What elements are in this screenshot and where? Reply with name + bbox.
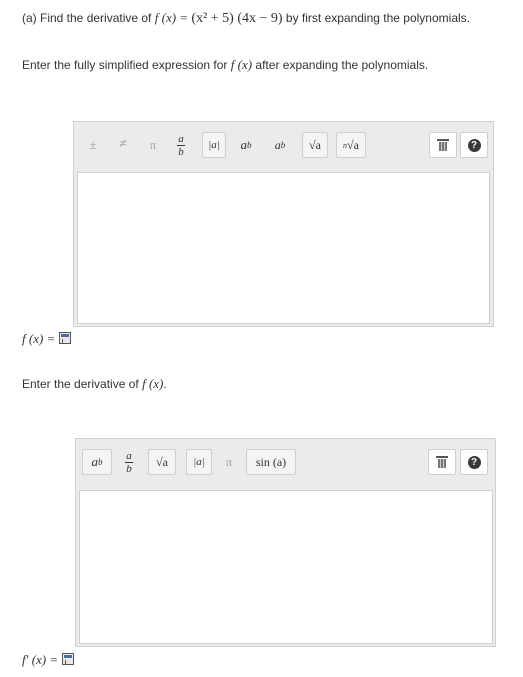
clear-button[interactable] xyxy=(429,132,457,158)
trash-icon xyxy=(436,456,448,468)
answer-label-derivative: f′ (x) = xyxy=(22,652,74,668)
question-function-label: f (x) = xyxy=(154,10,189,25)
math-editor-derivative: ab ab √a |a| π sin (a) ? xyxy=(75,438,496,647)
fraction-icon: ab xyxy=(177,132,185,158)
answer-preview-icon[interactable] xyxy=(58,332,71,344)
nth-root-button[interactable]: n √a xyxy=(336,132,366,158)
answer-input-expanded[interactable] xyxy=(77,172,490,324)
power-button[interactable]: ab xyxy=(234,132,258,158)
math-editor-expanded: ± ≠ π ab |a| ab ab √a n √a ? xyxy=(73,121,494,327)
instruction-derivative: Enter the derivative of f (x). xyxy=(22,376,167,391)
pi-button-2[interactable]: π xyxy=(218,449,240,475)
clear-button-2[interactable] xyxy=(428,449,456,475)
help-icon: ? xyxy=(467,138,481,152)
instruction-expand-text: Enter the fully simplified expression fo… xyxy=(22,58,228,72)
answer-input-derivative[interactable] xyxy=(79,490,493,644)
math-toolbar-2: ab ab √a |a| π sin (a) ? xyxy=(76,439,495,489)
instruction-derivative-function: f (x) xyxy=(142,376,164,391)
question-prompt: (a) Find the derivative of f (x) = (x² +… xyxy=(22,10,470,27)
pi-button[interactable]: π xyxy=(142,132,164,158)
question-prefix: (a) Find the derivative of xyxy=(22,11,152,25)
absolute-value-button-2[interactable]: |a| xyxy=(186,449,212,475)
power-button-2[interactable]: ab xyxy=(82,449,112,475)
answer-label-derivative-text: f′ (x) = xyxy=(22,652,59,667)
answer-label-expanded-text: f (x) = xyxy=(22,331,56,346)
trash-icon xyxy=(437,139,449,151)
subscript-button[interactable]: ab xyxy=(268,132,292,158)
sine-button[interactable]: sin (a) xyxy=(246,449,296,475)
answer-label-expanded: f (x) = xyxy=(22,331,71,347)
instruction-derivative-text: Enter the derivative of xyxy=(22,377,139,391)
fraction-button[interactable]: ab xyxy=(170,132,192,158)
instruction-expand-function: f (x) xyxy=(230,57,253,72)
instruction-expand-suffix: after expanding the polynomials. xyxy=(255,58,429,72)
fraction-icon-2: ab xyxy=(125,449,133,475)
instruction-expand: Enter the fully simplified expression fo… xyxy=(22,57,428,73)
help-button-2[interactable]: ? xyxy=(460,449,488,475)
not-equal-button[interactable]: ≠ xyxy=(112,132,134,158)
square-root-button-2[interactable]: √a xyxy=(148,449,176,475)
question-expression: (x² + 5) (4x − 9) xyxy=(191,11,283,26)
plus-minus-button[interactable]: ± xyxy=(82,132,104,158)
absolute-value-button[interactable]: |a| xyxy=(202,132,226,158)
fraction-button-2[interactable]: ab xyxy=(118,449,140,475)
math-toolbar: ± ≠ π ab |a| ab ab √a n √a ? xyxy=(74,122,493,172)
help-button[interactable]: ? xyxy=(460,132,488,158)
question-suffix: by first expanding the polynomials. xyxy=(285,11,470,25)
help-icon: ? xyxy=(467,455,481,469)
square-root-button[interactable]: √a xyxy=(302,132,328,158)
answer-preview-icon[interactable] xyxy=(61,653,74,665)
